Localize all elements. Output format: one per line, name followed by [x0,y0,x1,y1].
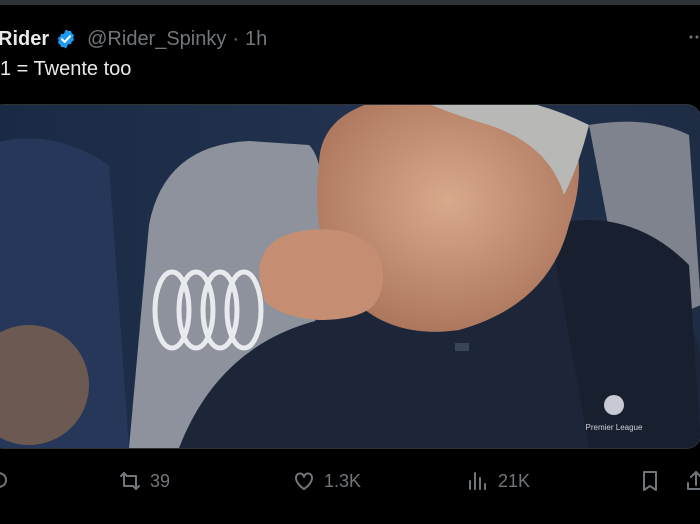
tweet-header: Rider @Rider_Spinky · 1h [0,24,700,54]
more-icon[interactable] [688,28,700,46]
top-divider [0,0,700,5]
like-icon [295,472,313,490]
share-icon [687,471,700,490]
tweet-media-image[interactable]: Premier League [0,104,700,449]
premier-league-text: Premier League [586,423,643,432]
tweet-actions: 39 1.3K 21K [0,464,700,498]
display-name[interactable]: Rider [0,28,49,51]
verified-badge-icon [58,29,75,49]
like-button[interactable]: 1.3K [292,464,361,498]
timestamp[interactable]: 1h [245,28,267,51]
bookmark-icon [643,471,657,491]
tweet-text: 1 = Twente too [0,58,132,80]
reply-icon [0,472,8,488]
media-photo: Premier League [0,105,700,448]
retweet-button[interactable]: 39 [118,464,170,498]
views-count: 21K [498,470,531,491]
user-handle[interactable]: @Rider_Spinky [87,28,226,51]
share-button[interactable] [684,464,700,498]
retweet-count: 39 [150,470,171,491]
retweet-icon [120,472,140,490]
reply-button[interactable] [0,464,10,498]
like-count: 1.3K [324,470,362,491]
views-button[interactable]: 21K [466,464,530,498]
separator-dot: · [232,27,240,50]
views-icon [469,472,486,490]
bookmark-button[interactable] [638,464,662,498]
